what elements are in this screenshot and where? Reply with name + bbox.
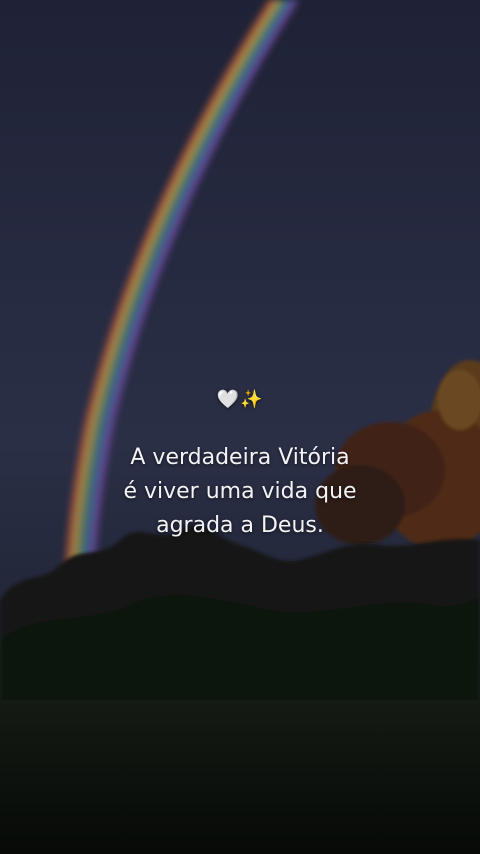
quote-line-3: agrada a Deus. (156, 513, 324, 538)
ground (0, 700, 480, 854)
quote-line-1: A verdadeira Vitória (130, 445, 350, 470)
quote-line-2: é viver uma vida que (123, 479, 357, 504)
emoji-heart-sparkles: 🤍✨ (216, 389, 264, 410)
story-screen: 🤍✨ A verdadeira Vitória é viver uma vida… (0, 0, 480, 854)
rainbow-landscape-photo (0, 0, 480, 854)
quote-text: A verdadeira Vitória é viver uma vida qu… (0, 441, 480, 543)
